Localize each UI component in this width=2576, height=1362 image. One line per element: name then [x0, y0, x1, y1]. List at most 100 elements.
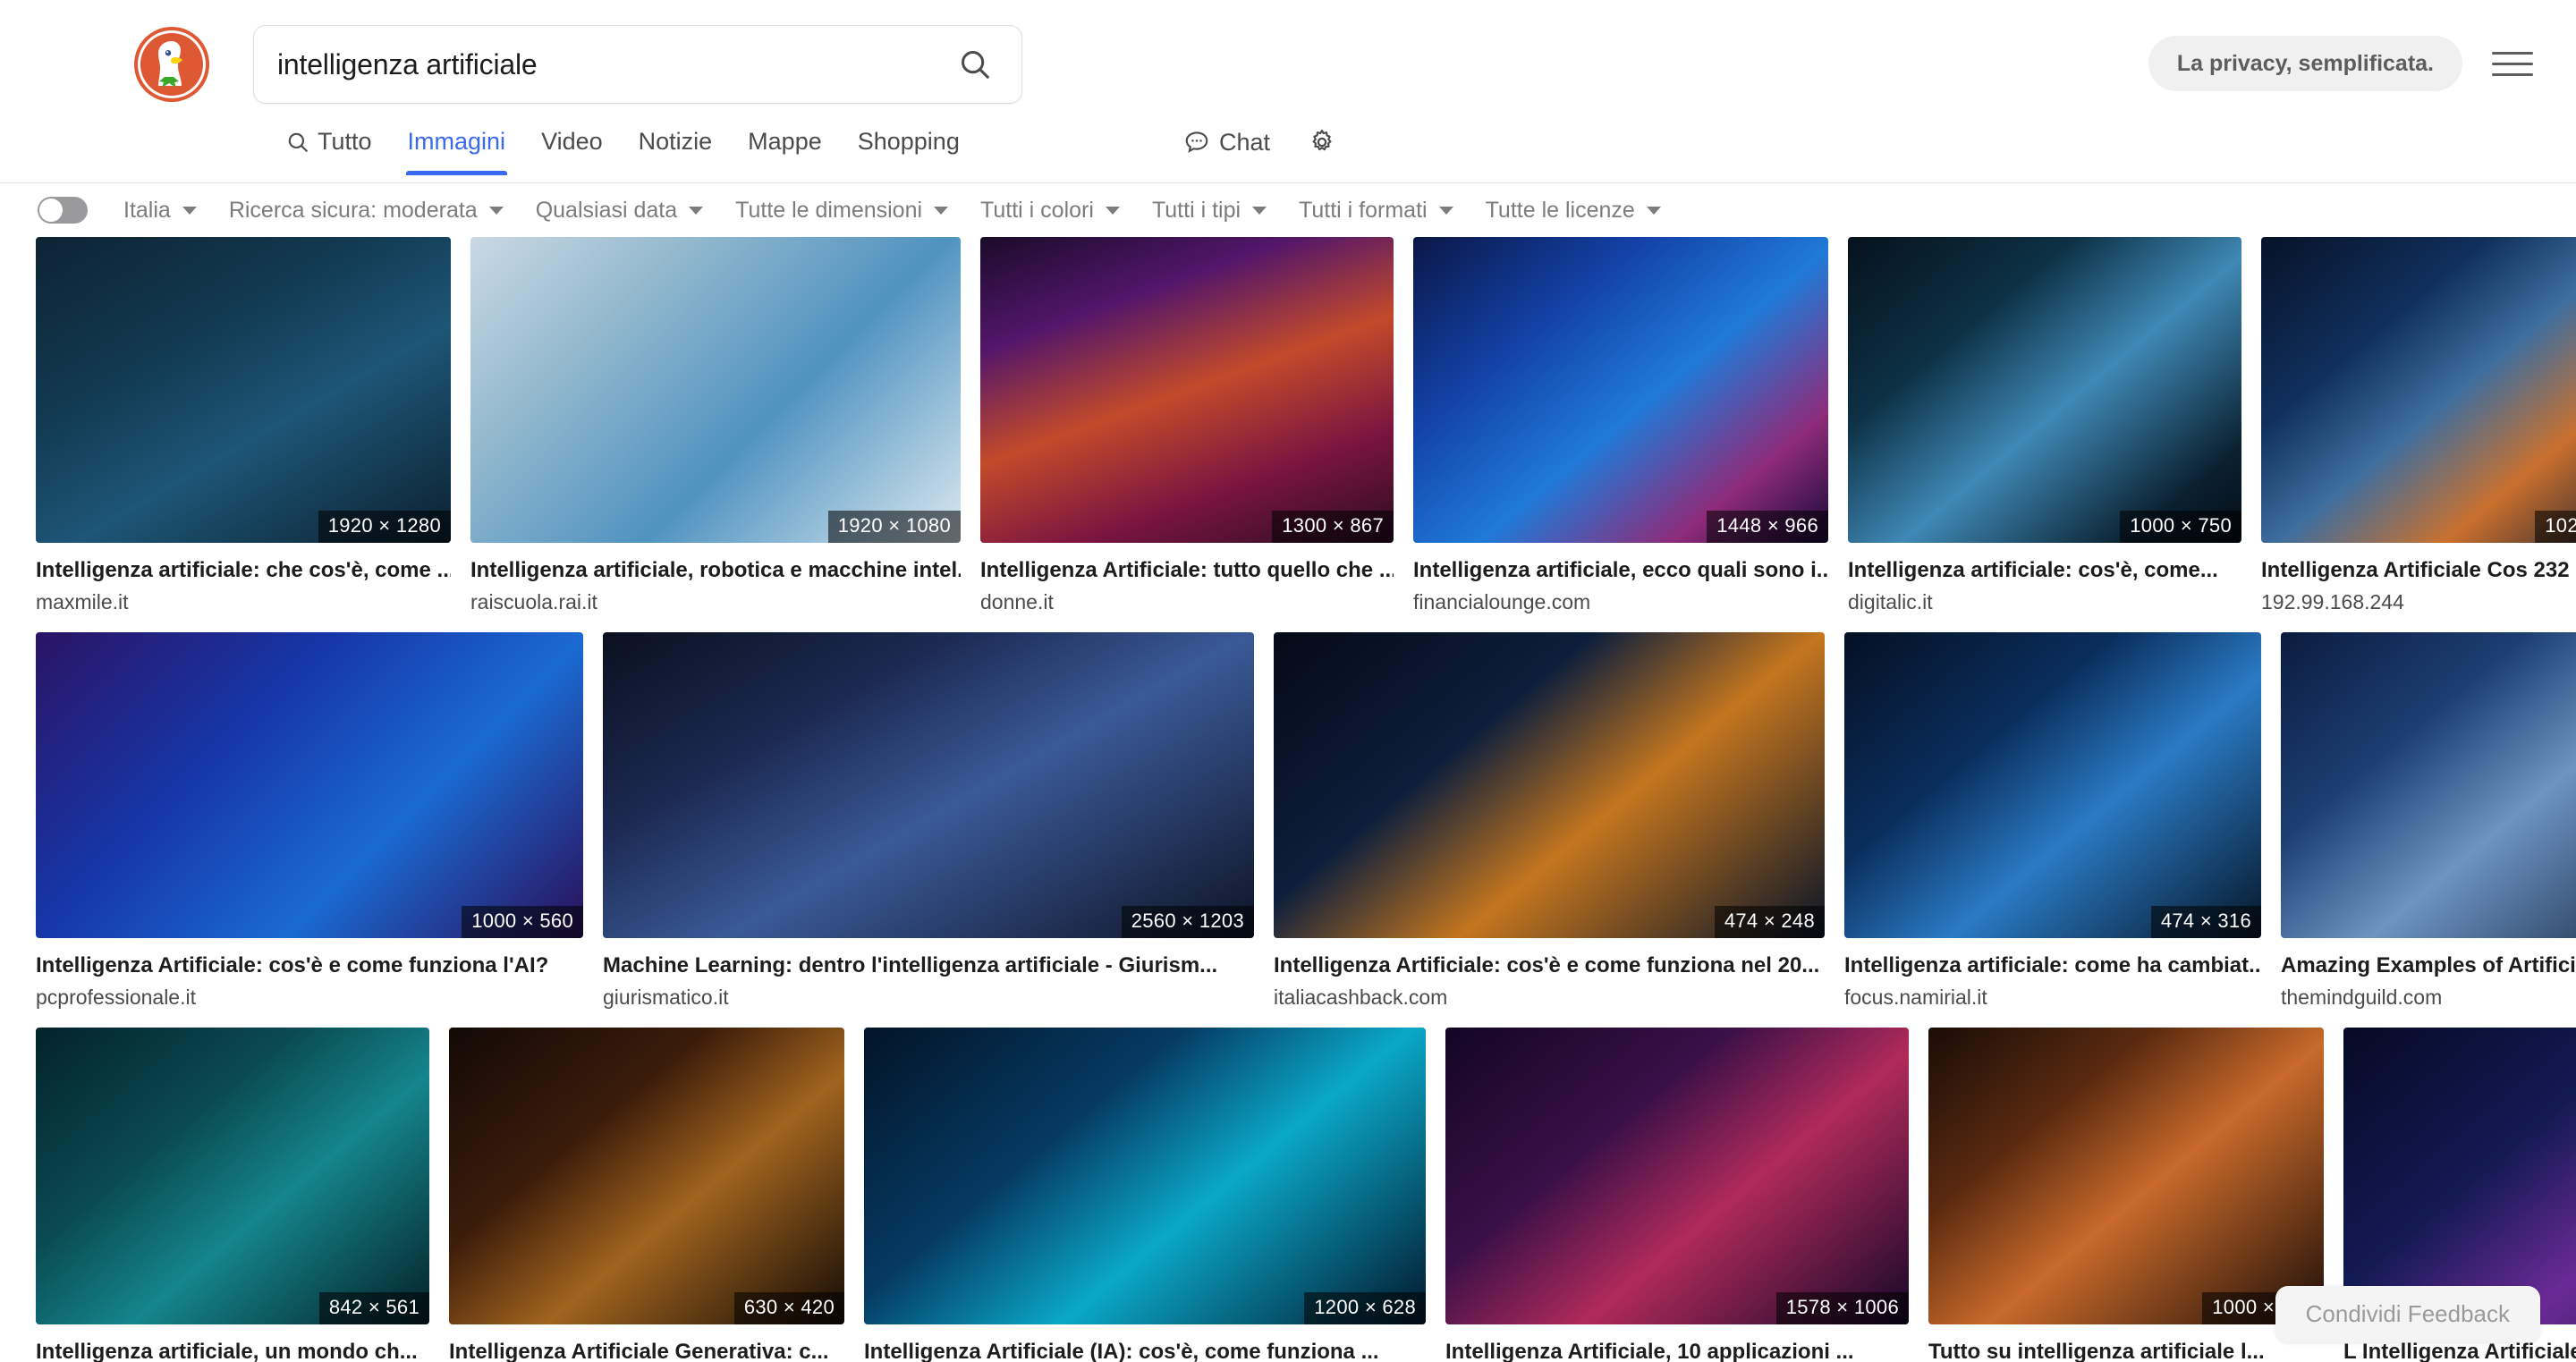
image-result-tile[interactable]: 1024 × 739 Intelligenza Artificiale Cos 2…: [2261, 237, 2576, 614]
result-thumbnail[interactable]: 1024 × 739: [2261, 237, 2576, 543]
result-thumbnail[interactable]: 1000 × 750: [1848, 237, 2241, 543]
image-result-tile[interactable]: 1200 × 628 Intelligenza Artificiale (IA):…: [864, 1028, 1426, 1362]
settings-button[interactable]: [1302, 123, 1342, 176]
result-domain[interactable]: donne.it: [980, 590, 1394, 614]
feedback-label: Condividi Feedback: [2305, 1300, 2510, 1327]
tab-mappe[interactable]: Mappe: [730, 123, 840, 175]
image-result-tile[interactable]: 1920 × 1080 Intelligenza artificiale, rob…: [470, 237, 961, 614]
result-title[interactable]: Intelligenza Artificiale (IA): cos'è, co…: [864, 1339, 1426, 1362]
image-result-tile[interactable]: 2560 × 1203 Machine Learning: dentro l'in…: [603, 632, 1254, 1010]
result-title[interactable]: Intelligenza artificiale: che cos'è, com…: [36, 557, 451, 584]
image-result-tile[interactable]: 1300 × 867 Intelligenza Artificiale: tutt…: [980, 237, 1394, 614]
tab-shopping[interactable]: Shopping: [840, 123, 978, 175]
result-thumbnail[interactable]: 474 × 248: [1274, 632, 1825, 938]
filter-license[interactable]: Tutte le licenze: [1470, 192, 1677, 229]
image-dimensions-badge: 2560 × 1203: [1121, 906, 1254, 938]
result-title[interactable]: Intelligenza Artificiale Generativa: c..…: [449, 1339, 844, 1362]
result-title[interactable]: Amazing Examples of Artificial Intellige…: [2281, 952, 2576, 979]
result-thumbnail[interactable]: 1920 × 1080: [2343, 1028, 2576, 1324]
result-domain[interactable]: focus.namirial.it: [1844, 986, 2261, 1010]
tab-notizie[interactable]: Notizie: [621, 123, 731, 175]
search-input[interactable]: [277, 47, 952, 81]
image-result-tile[interactable]: 474 × 248 Intelligenza Artificiale: cos'è…: [1274, 632, 1825, 1010]
result-title[interactable]: Intelligenza Artificiale: cos'è e come f…: [36, 952, 583, 979]
result-thumbnail[interactable]: 1920 × 1080: [470, 237, 961, 543]
chevron-down-icon: [1252, 206, 1267, 215]
result-thumbnail[interactable]: 1920 × 1280: [36, 237, 451, 543]
result-title[interactable]: Machine Learning: dentro l'intelligenza …: [603, 952, 1254, 979]
chat-button[interactable]: Chat: [1176, 123, 1277, 176]
result-title[interactable]: Intelligenza Artificiale, 10 applicazion…: [1445, 1339, 1909, 1362]
result-title[interactable]: Tutto su intelligenza artificiale l...: [1928, 1339, 2324, 1362]
result-thumbnail[interactable]: 1000 × 750: [1928, 1028, 2324, 1324]
image-result-tile[interactable]: 1920 × 1280 Intelligenza artificiale: che…: [36, 237, 451, 614]
tab-label: Shopping: [857, 128, 960, 155]
duckduckgo-logo[interactable]: [132, 25, 211, 104]
chevron-down-icon: [488, 206, 504, 215]
result-thumbnail[interactable]: 842 × 561: [36, 1028, 429, 1324]
filter-type[interactable]: Tutti i tipi: [1136, 192, 1283, 229]
result-title[interactable]: Intelligenza artificiale: come ha cambia…: [1844, 952, 2261, 979]
tab-video[interactable]: Video: [523, 123, 621, 175]
search-submit-button[interactable]: [952, 41, 998, 88]
search-box[interactable]: [253, 25, 1022, 104]
result-thumbnail[interactable]: 1000 × 560: [36, 632, 583, 938]
result-domain[interactable]: financialounge.com: [1413, 590, 1828, 614]
filter-safesearch[interactable]: Ricerca sicura: moderata: [213, 192, 520, 229]
result-thumbnail[interactable]: 1578 × 1006: [1445, 1028, 1909, 1324]
result-domain[interactable]: pcprofessionale.it: [36, 986, 583, 1010]
result-title[interactable]: Intelligenza Artificiale: cos'è e come f…: [1274, 952, 1825, 979]
result-domain[interactable]: 192.99.168.244: [2261, 590, 2576, 614]
filter-label: Tutte le dimensioni: [735, 197, 923, 223]
result-title[interactable]: Intelligenza Artificiale: tutto quello c…: [980, 557, 1394, 584]
result-thumbnail[interactable]: 1200 × 628: [864, 1028, 1426, 1324]
filter-layout[interactable]: Tutti i formati: [1283, 192, 1470, 229]
search-icon: [288, 132, 308, 152]
privacy-badge[interactable]: La privacy, semplificata.: [2148, 36, 2462, 91]
image-result-tile[interactable]: 474 × 316 Intelligenza artificiale: come …: [1844, 632, 2261, 1010]
tab-tutto[interactable]: Tutto: [268, 123, 390, 175]
result-thumbnail[interactable]: 630 × 420: [449, 1028, 844, 1324]
filter-size[interactable]: Tutte le dimensioni: [719, 192, 964, 229]
tab-immagini[interactable]: Immagini: [390, 123, 524, 175]
image-result-tile[interactable]: 1280 × 799 Amazing Examples of Artificial…: [2281, 632, 2576, 1010]
image-result-tile[interactable]: 1578 × 1006 Intelligenza Artificiale, 10 …: [1445, 1028, 1909, 1362]
result-domain[interactable]: giurismatico.it: [603, 986, 1254, 1010]
result-title[interactable]: Intelligenza artificiale, un mondo ch...: [36, 1339, 429, 1362]
result-thumbnail[interactable]: 2560 × 1203: [603, 632, 1254, 938]
result-domain[interactable]: maxmile.it: [36, 590, 451, 614]
filter-bar: Italia Ricerca sicura: moderata Qualsias…: [0, 183, 2576, 237]
results-row: 1920 × 1280 Intelligenza artificiale: che…: [36, 237, 2576, 614]
filter-color[interactable]: Tutti i colori: [964, 192, 1136, 229]
image-result-tile[interactable]: 1000 × 750 Tutto su intelligenza artifici…: [1928, 1028, 2324, 1362]
filter-date[interactable]: Qualsiasi data: [520, 192, 719, 229]
result-title[interactable]: Intelligenza artificiale, robotica e mac…: [470, 557, 961, 584]
search-bar[interactable]: [253, 25, 1022, 104]
result-thumbnail[interactable]: 1300 × 867: [980, 237, 1394, 543]
result-domain[interactable]: themindguild.com: [2281, 986, 2576, 1010]
safe-search-toggle[interactable]: [38, 197, 88, 224]
result-thumbnail[interactable]: 1280 × 799: [2281, 632, 2576, 938]
nav-tabs: Tutto Immagini Video Notizie Mappe Shopp…: [268, 123, 978, 175]
image-result-tile[interactable]: 1448 × 966 Intelligenza artificiale, ecco…: [1413, 237, 1828, 614]
result-title[interactable]: Intelligenza Artificiale Cos 232 Com...: [2261, 557, 2576, 584]
tab-label: Immagini: [407, 128, 506, 155]
hamburger-menu-icon[interactable]: [2492, 43, 2533, 84]
filter-label: Tutti i tipi: [1151, 197, 1241, 223]
result-title[interactable]: Intelligenza artificiale: cos'è, come...: [1848, 557, 2241, 584]
result-thumbnail[interactable]: 1448 × 966: [1413, 237, 1828, 543]
image-result-tile[interactable]: 842 × 561 Intelligenza artificiale, un mo…: [36, 1028, 429, 1362]
image-result-tile[interactable]: 630 × 420 Intelligenza Artificiale Genera…: [449, 1028, 844, 1362]
result-domain[interactable]: raiscuola.rai.it: [470, 590, 961, 614]
image-dimensions-badge: 842 × 561: [318, 1292, 429, 1324]
filter-region[interactable]: Italia: [107, 192, 213, 229]
result-domain[interactable]: italiacashback.com: [1274, 986, 1825, 1010]
result-title[interactable]: Intelligenza artificiale, ecco quali son…: [1413, 557, 1828, 584]
image-result-tile[interactable]: 1000 × 750 Intelligenza artificiale: cos'…: [1848, 237, 2241, 614]
filter-label: Tutti i colori: [980, 197, 1094, 223]
result-thumbnail[interactable]: 474 × 316: [1844, 632, 2261, 938]
result-domain[interactable]: digitalic.it: [1848, 590, 2241, 614]
chevron-down-icon: [1646, 206, 1661, 215]
image-result-tile[interactable]: 1000 × 560 Intelligenza Artificiale: cos'…: [36, 632, 583, 1010]
share-feedback-button[interactable]: Condividi Feedback: [2275, 1286, 2540, 1342]
